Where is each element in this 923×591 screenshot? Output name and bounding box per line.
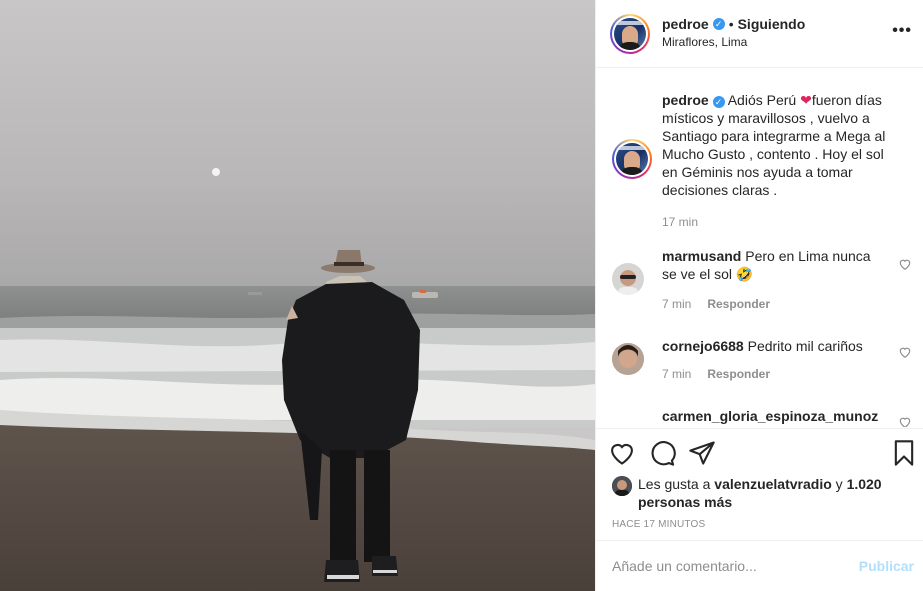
author-username[interactable]: pedroe	[662, 16, 709, 32]
caption-text-start: Adiós Perú	[727, 92, 801, 108]
comment-body: Pedrito mil cariños	[747, 338, 863, 354]
share-direct-icon[interactable]	[688, 439, 716, 467]
comment-text: marmusand Pero en Lima nunca se ve el so…	[662, 247, 882, 283]
instagram-post-dialog: pedroe ✓ • Siguiendo Miraflores, Lima ••…	[0, 0, 923, 591]
comment-bubble-icon[interactable]	[648, 439, 676, 467]
author-line: pedroe ✓ • Siguiendo	[662, 16, 805, 32]
location-link[interactable]: Miraflores, Lima	[662, 35, 747, 49]
post-timestamp[interactable]: HACE 17 MINUTOS	[612, 519, 705, 530]
caption-author-avatar[interactable]	[612, 139, 652, 179]
liker-username[interactable]: valenzuelatvradio	[714, 476, 832, 492]
publish-button[interactable]: Publicar	[859, 558, 914, 574]
comment-input[interactable]	[612, 555, 842, 577]
caption-username[interactable]: pedroe	[662, 92, 709, 108]
commenter-username[interactable]: cornejo6688	[662, 338, 744, 354]
comment-text: cornejo6688 Pedrito mil cariños	[662, 337, 882, 355]
comment-item: marmusand Pero en Lima nunca se ve el so…	[612, 247, 912, 317]
commenter-username[interactable]: marmusand	[662, 248, 741, 264]
post-header: pedroe ✓ • Siguiendo Miraflores, Lima ••…	[596, 0, 923, 68]
comment-time[interactable]: 7 min	[662, 367, 691, 381]
likes-prefix: Les gusta a	[638, 476, 715, 492]
comment-text: carmen_gloria_espinoza_munoz	[662, 407, 902, 425]
liker-avatar[interactable]	[612, 476, 632, 496]
like-comment-heart-icon[interactable]	[898, 415, 912, 427]
author-avatar[interactable]	[610, 14, 650, 54]
post-side-panel: pedroe ✓ • Siguiendo Miraflores, Lima ••…	[595, 0, 923, 591]
like-comment-heart-icon[interactable]	[898, 345, 912, 359]
caption-verified-badge-icon: ✓	[712, 96, 725, 108]
caption-text: pedroe ✓ Adiós Perú ❤fueron días místico…	[662, 91, 898, 199]
reply-button[interactable]: Responder	[707, 297, 770, 311]
red-heart-emoji: ❤	[800, 92, 812, 108]
comment-meta: 7 min Responder	[662, 367, 770, 381]
caption-time[interactable]: 17 min	[662, 215, 698, 229]
verified-badge-icon: ✓	[712, 18, 725, 30]
like-comment-heart-icon[interactable]	[898, 257, 912, 271]
commenter-avatar[interactable]	[612, 263, 644, 295]
more-options-icon[interactable]: •••	[892, 22, 912, 40]
likes-text: Les gusta a valenzuelatvradio y 1.020 pe…	[638, 475, 908, 511]
comment-item: cornejo6688 Pedrito mil cariños 7 min Re…	[612, 337, 912, 389]
likes-conjunction: y	[831, 476, 847, 492]
comment-meta: 7 min Responder	[662, 297, 770, 311]
like-heart-icon[interactable]	[608, 439, 636, 467]
commenter-username[interactable]: carmen_gloria_espinoza_munoz	[662, 408, 878, 424]
reply-button[interactable]: Responder	[707, 367, 770, 381]
separator-dot: •	[728, 16, 734, 32]
add-comment-bar: Publicar	[596, 540, 923, 591]
commenter-avatar[interactable]	[612, 343, 644, 375]
post-photo[interactable]	[0, 0, 595, 591]
following-button[interactable]: Siguiendo	[738, 16, 806, 32]
comment-time[interactable]: 7 min	[662, 297, 691, 311]
save-bookmark-icon[interactable]	[890, 439, 918, 467]
comments-section[interactable]: pedroe ✓ Adiós Perú ❤fueron días místico…	[596, 69, 923, 427]
comment-item: carmen_gloria_espinoza_munoz	[612, 407, 912, 427]
beach-photo-image	[0, 0, 595, 591]
